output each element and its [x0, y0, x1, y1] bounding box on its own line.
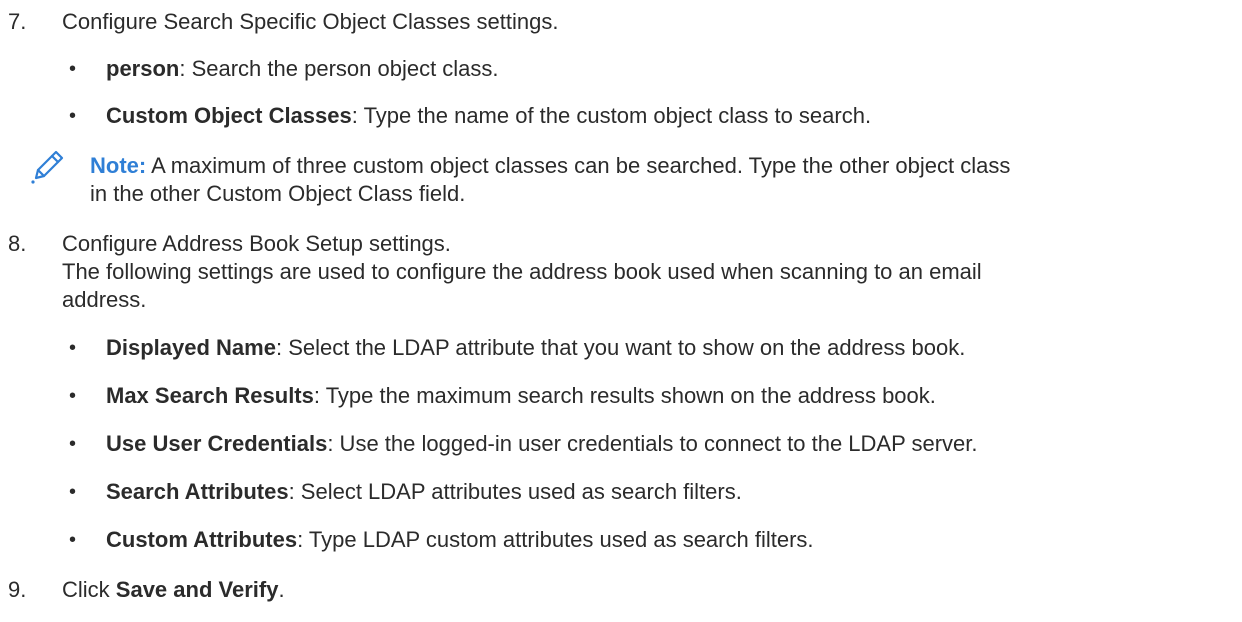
step-description-continuation: address. — [62, 286, 146, 314]
step-description-line1: The following settings are used to confi… — [62, 259, 982, 284]
note-continuation: in the other Custom Object Class field. — [90, 180, 465, 208]
note: Note: A maximum of three custom object c… — [90, 152, 1010, 180]
setting-name: Displayed Name — [106, 335, 276, 360]
setting-name: Use User Credentials — [106, 431, 328, 456]
step-description: The following settings are used to confi… — [62, 258, 982, 286]
bullet-icon: • — [69, 481, 77, 503]
list-item-text: Search Attributes: Select LDAP attribute… — [106, 478, 742, 506]
note-text-line2: in the other Custom Object Class field. — [90, 181, 466, 206]
document-page: { "steps": { "s7": { "number": "7.", "te… — [0, 0, 1242, 622]
setting-name: person — [106, 56, 180, 81]
setting-name: Custom Object Classes — [106, 103, 352, 128]
setting-description: : Use the logged-in user credentials to … — [327, 431, 978, 456]
setting-name: Search Attributes — [106, 479, 289, 504]
setting-description: : Type LDAP custom attributes used as se… — [297, 527, 814, 552]
step-number: 9. — [8, 577, 27, 602]
bullet-icon: • — [69, 105, 77, 127]
list-item-text: Custom Attributes: Type LDAP custom attr… — [106, 526, 814, 554]
setting-description: : Search the person object class. — [179, 56, 499, 81]
list-item-text: Custom Object Classes: Type the name of … — [106, 102, 871, 130]
setting-description: : Select LDAP attributes used as search … — [288, 479, 742, 504]
bullet-icon: • — [69, 385, 77, 407]
list-item-text: person: Search the person object class. — [106, 55, 499, 83]
note-text-line1: A maximum of three custom object classes… — [146, 153, 1011, 178]
list-item-text: Max Search Results: Type the maximum sea… — [106, 382, 936, 410]
step-number: 7. — [8, 9, 27, 34]
step-text-prefix: Click — [62, 577, 116, 602]
setting-name: Max Search Results — [106, 383, 314, 408]
list-item-text: Displayed Name: Select the LDAP attribut… — [106, 334, 965, 362]
step-text: Configure Address Book Setup settings. — [62, 231, 451, 256]
step-description-line2: address. — [62, 287, 147, 312]
bullet-icon: • — [69, 337, 77, 359]
step-text: Click Save and Verify. — [62, 576, 285, 604]
save-and-verify-label: Save and Verify — [115, 577, 279, 602]
step-number: 8. — [8, 231, 27, 256]
setting-description: : Type the name of the custom object cla… — [351, 103, 872, 128]
bullet-icon: • — [69, 433, 77, 455]
setting-description: : Select the LDAP attribute that you wan… — [275, 335, 966, 360]
setting-description: : Type the maximum search results shown … — [313, 383, 936, 408]
note-label: Note: — [90, 153, 147, 178]
list-item-text: Use User Credentials: Use the logged-in … — [106, 430, 978, 458]
bullet-icon: • — [69, 58, 77, 80]
setting-name: Custom Attributes — [106, 527, 298, 552]
pencil-icon — [31, 150, 64, 184]
step-text: Configure Search Specific Object Classes… — [62, 9, 559, 34]
step-text-suffix: . — [278, 577, 285, 602]
bullet-icon: • — [69, 529, 77, 551]
